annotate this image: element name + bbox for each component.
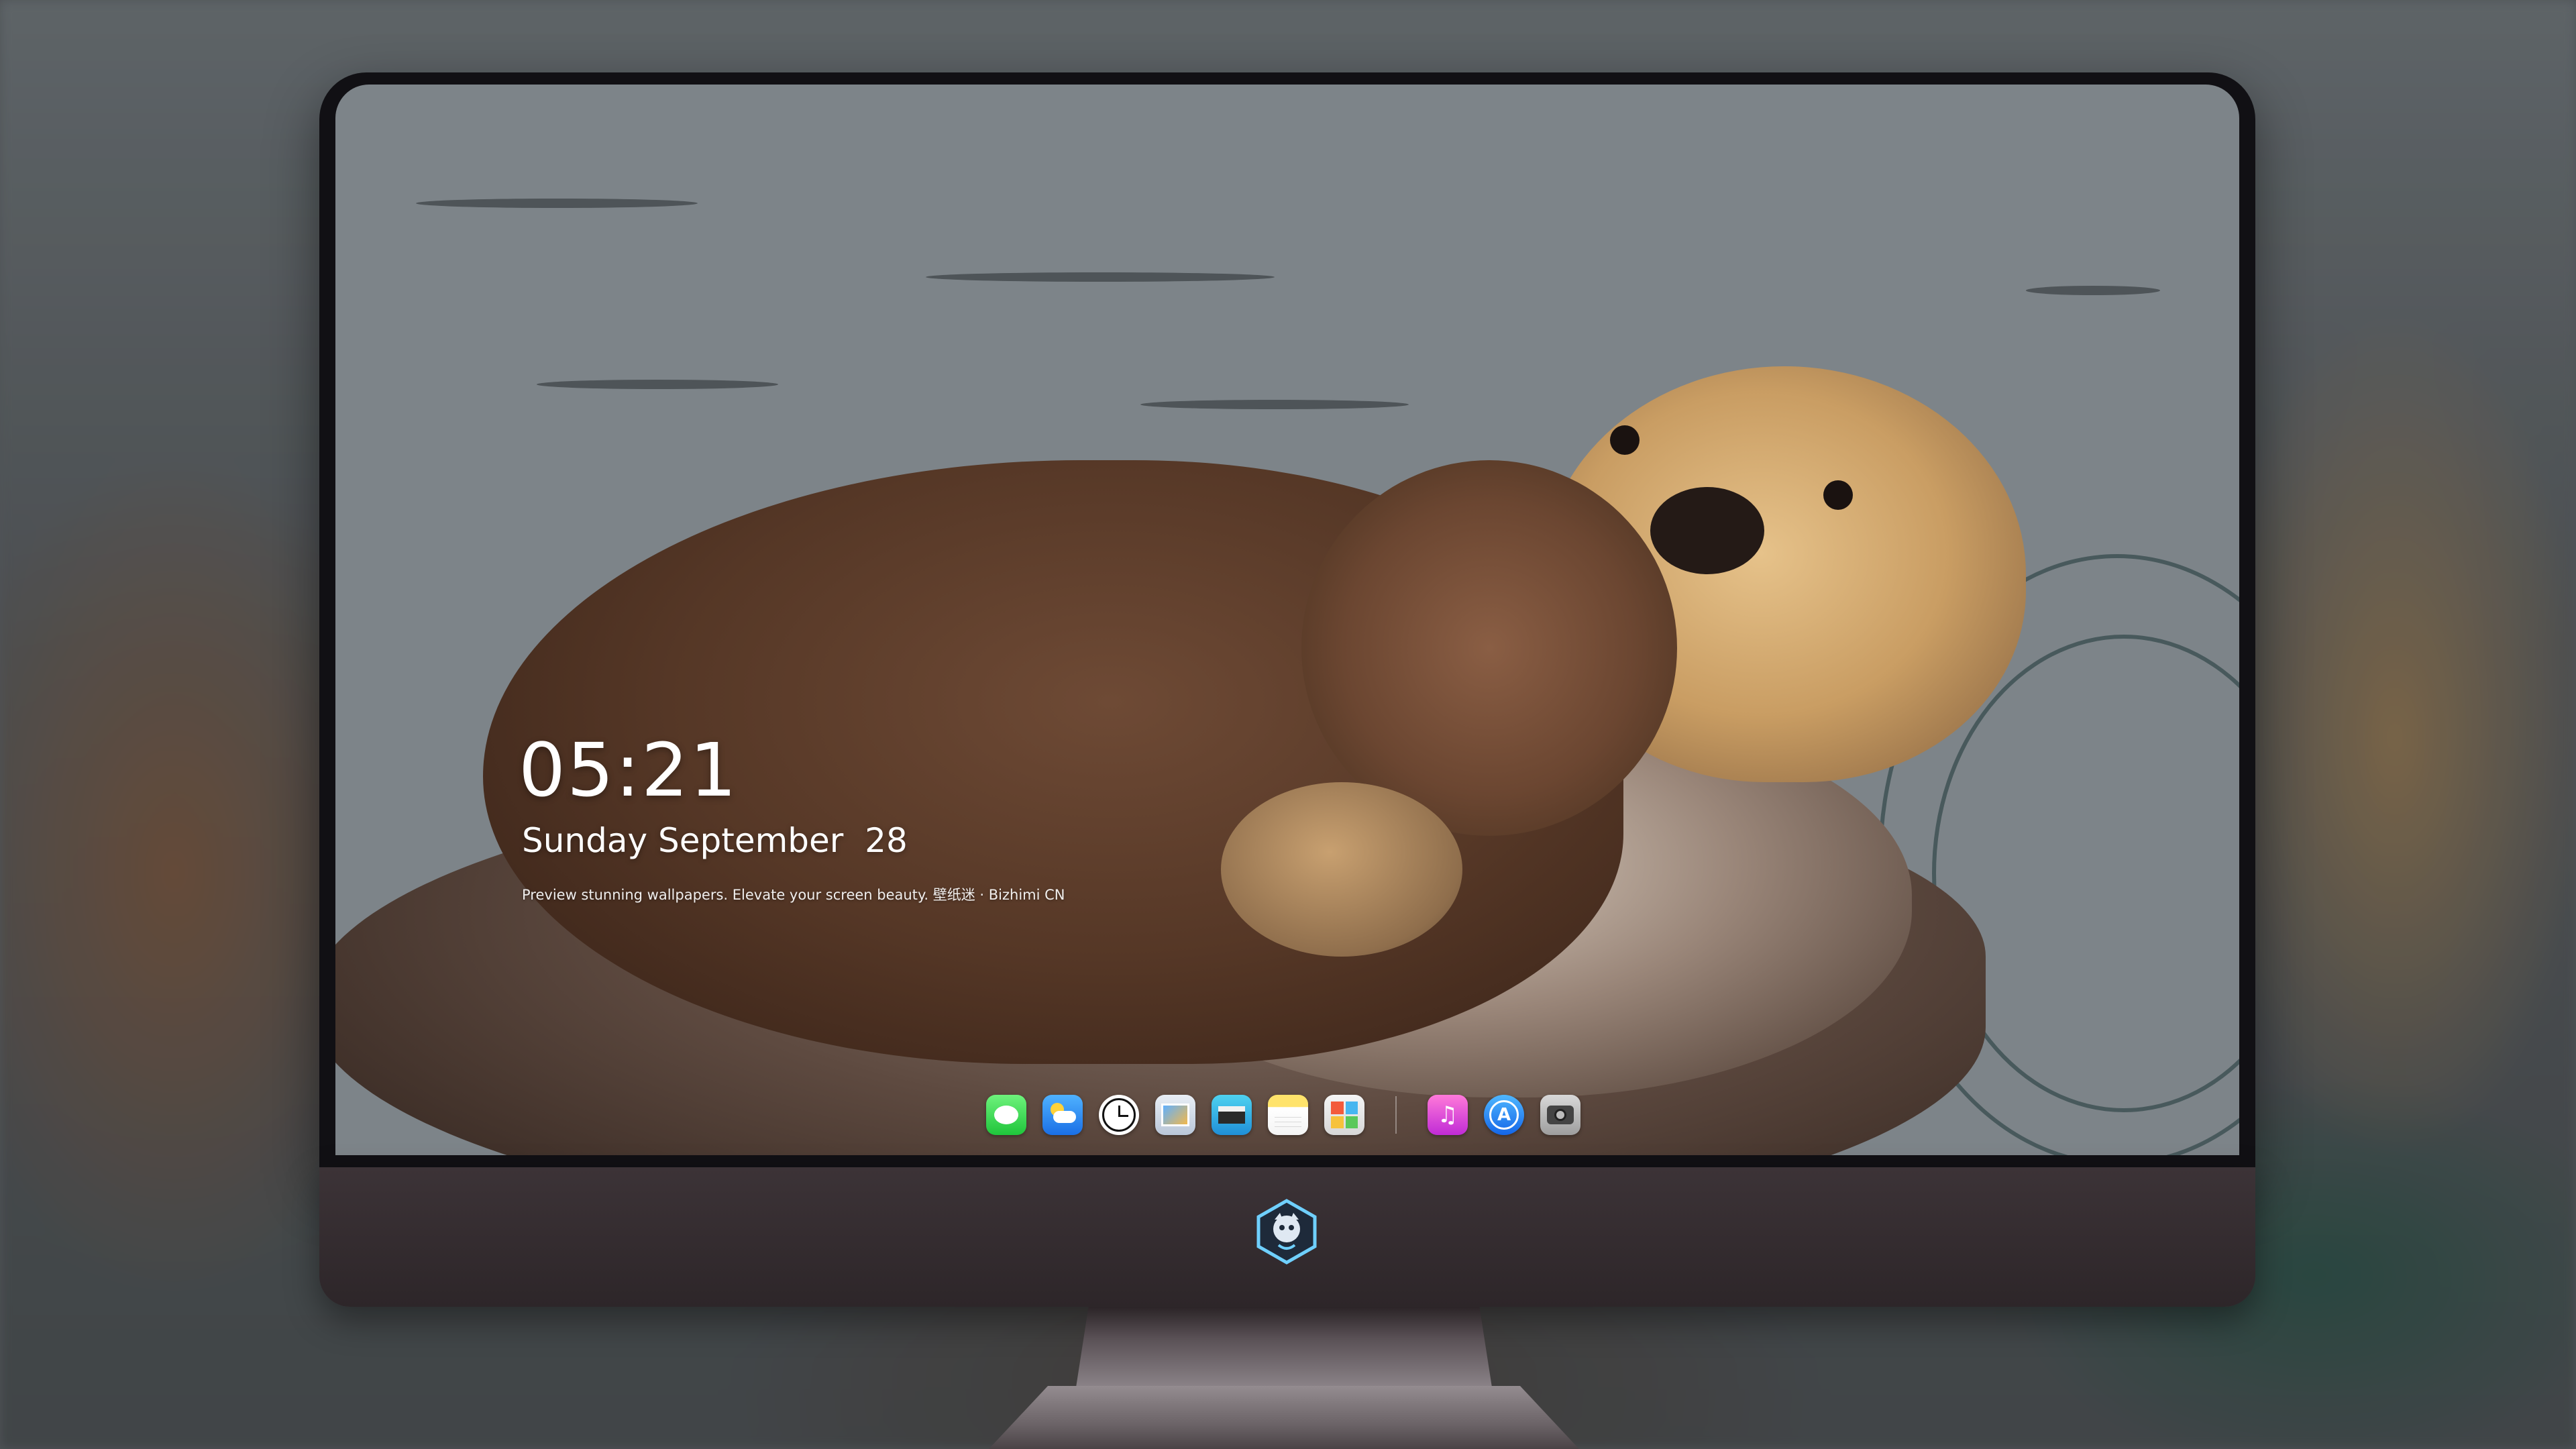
wallpaper-caption: Preview stunning wallpapers. Elevate you… [522, 887, 1065, 903]
messages-icon[interactable] [986, 1095, 1026, 1135]
weather-icon[interactable] [1042, 1095, 1083, 1135]
brand-logo-icon [1256, 1199, 1317, 1265]
camera-icon[interactable] [1540, 1095, 1580, 1135]
mother-otter-nose [1650, 487, 1764, 574]
lock-date: Sunday September 28 [522, 821, 908, 860]
wallpaper-otters [335, 85, 2239, 1155]
dock-separator [1395, 1096, 1397, 1134]
preview-icon[interactable] [1155, 1095, 1195, 1135]
water-ripple [537, 380, 778, 389]
mother-otter-eye [1610, 425, 1640, 455]
lock-clock: 05:21 [519, 727, 739, 813]
clock-icon[interactable] [1099, 1095, 1139, 1135]
screen: 05:21 Sunday September 28 Preview stunni… [335, 85, 2239, 1155]
mother-otter-paw [1221, 782, 1462, 957]
app-store-icon[interactable]: A [1484, 1095, 1524, 1135]
video-clapper-icon[interactable] [1212, 1095, 1252, 1135]
notes-icon[interactable] [1268, 1095, 1308, 1135]
photos-icon[interactable] [1324, 1095, 1364, 1135]
pup-otter-head [1301, 460, 1677, 836]
dock: ♫ A [986, 1088, 1580, 1142]
monitor-stand-neck [1076, 1307, 1492, 1387]
water-ripple [1140, 400, 1409, 409]
water-ripple [2026, 286, 2160, 295]
water-ripple [416, 199, 698, 208]
mother-otter-eye [1823, 480, 1853, 510]
water-ripple [926, 272, 1275, 282]
music-icon[interactable]: ♫ [1428, 1095, 1468, 1135]
monitor-stand-base [989, 1386, 1579, 1449]
